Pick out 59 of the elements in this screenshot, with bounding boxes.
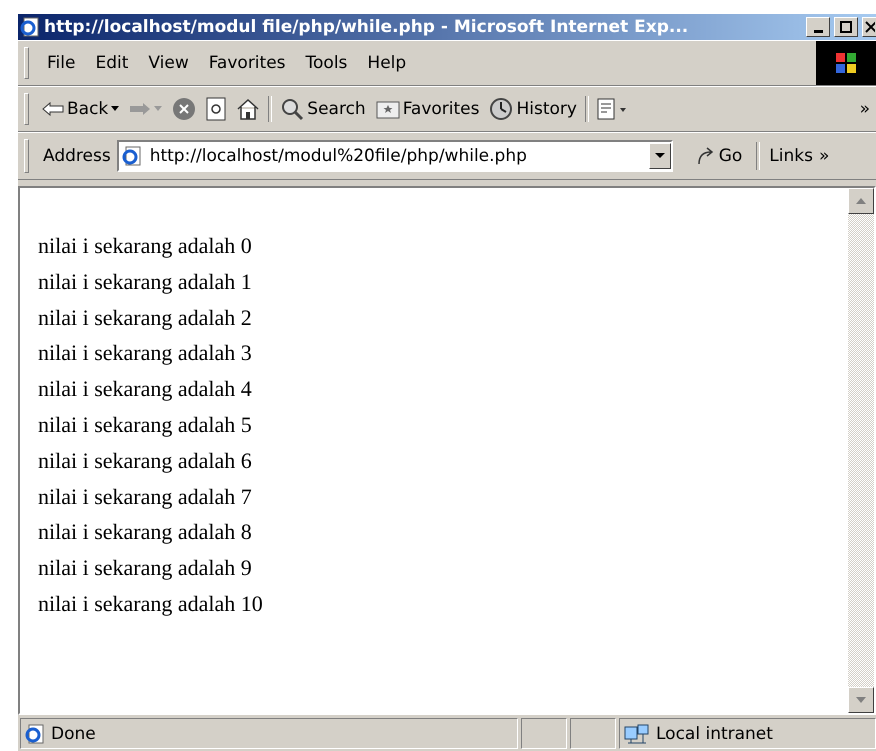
favorites-button[interactable]: Favorites [370,97,484,121]
close-button[interactable] [862,17,876,37]
history-button[interactable]: History [484,95,582,123]
zone-text: Local intranet [656,724,773,744]
browser-page-icon [20,17,40,37]
links-overflow[interactable]: » [818,146,830,166]
search-button[interactable]: Search [275,95,371,123]
dropdown-button[interactable] [648,143,671,169]
address-label: Address [43,146,111,166]
output-line: nilai i sekarang adalah 2 [38,304,253,332]
windows-logo-icon [835,52,857,74]
menu-item[interactable]: File [37,51,86,75]
mail-icon [596,98,627,120]
back-button[interactable]: Back [37,97,124,121]
links-button[interactable]: Links [769,146,813,166]
back-arrow-icon [42,101,64,117]
caret-icon [111,106,120,112]
scroll-down-icon [856,697,866,703]
minimize-icon [814,30,822,32]
status-pane [521,718,567,749]
output-line: nilai i sekarang adalah 8 [38,518,253,546]
output-line: nilai i sekarang adalah 6 [38,446,253,475]
output-line: nilai i sekarang adalah 9 [38,554,253,582]
menu-item[interactable]: Help [357,51,416,75]
close-icon [864,21,874,33]
output-line: nilai i sekarang adalah 1 [38,268,253,296]
output-line: nilai i sekarang adalah 5 [38,410,253,439]
output-line: nilai i sekarang adalah 10 [38,590,264,618]
maximize-button[interactable] [834,17,858,37]
window-title: http://localhost/modul file/php/while.php - Microsoft Internet Exp... [44,17,690,37]
stop-icon [172,97,196,121]
menu-item[interactable]: View [138,51,199,75]
browser-page-icon [122,146,142,166]
caret-icon [654,153,665,159]
output-line: nilai i sekarang adalah 3 [38,339,253,368]
scroll-up-icon [856,198,866,204]
output-line: nilai i sekarang adalah 0 [38,232,253,260]
address-field[interactable]: http://localhost/modul%20file/php/while.php [116,140,673,172]
caret-icon [154,106,162,112]
go-button[interactable]: Go [690,144,748,168]
forward-arrow-icon [129,101,152,117]
refresh-icon [206,97,226,121]
toolbar-overflow[interactable]: » [860,99,870,119]
menu-item[interactable]: Edit [85,51,138,75]
browser-page-icon [25,724,45,744]
maximize-icon [840,21,852,33]
status-pane [570,718,616,749]
minimize-button[interactable] [806,17,830,37]
clock-icon [489,97,514,121]
menu-item[interactable]: Tools [296,51,358,75]
output-line: nilai i sekarang adalah 7 [38,482,253,511]
home-icon [236,98,260,120]
network-icon [624,722,650,744]
go-arrow-icon [696,146,716,166]
search-icon [280,97,304,121]
scrollbar[interactable] [848,188,874,713]
status-text: Done [51,724,96,744]
menu-item[interactable]: Favorites [198,51,296,75]
output-line: nilai i sekarang adalah 4 [38,375,253,404]
